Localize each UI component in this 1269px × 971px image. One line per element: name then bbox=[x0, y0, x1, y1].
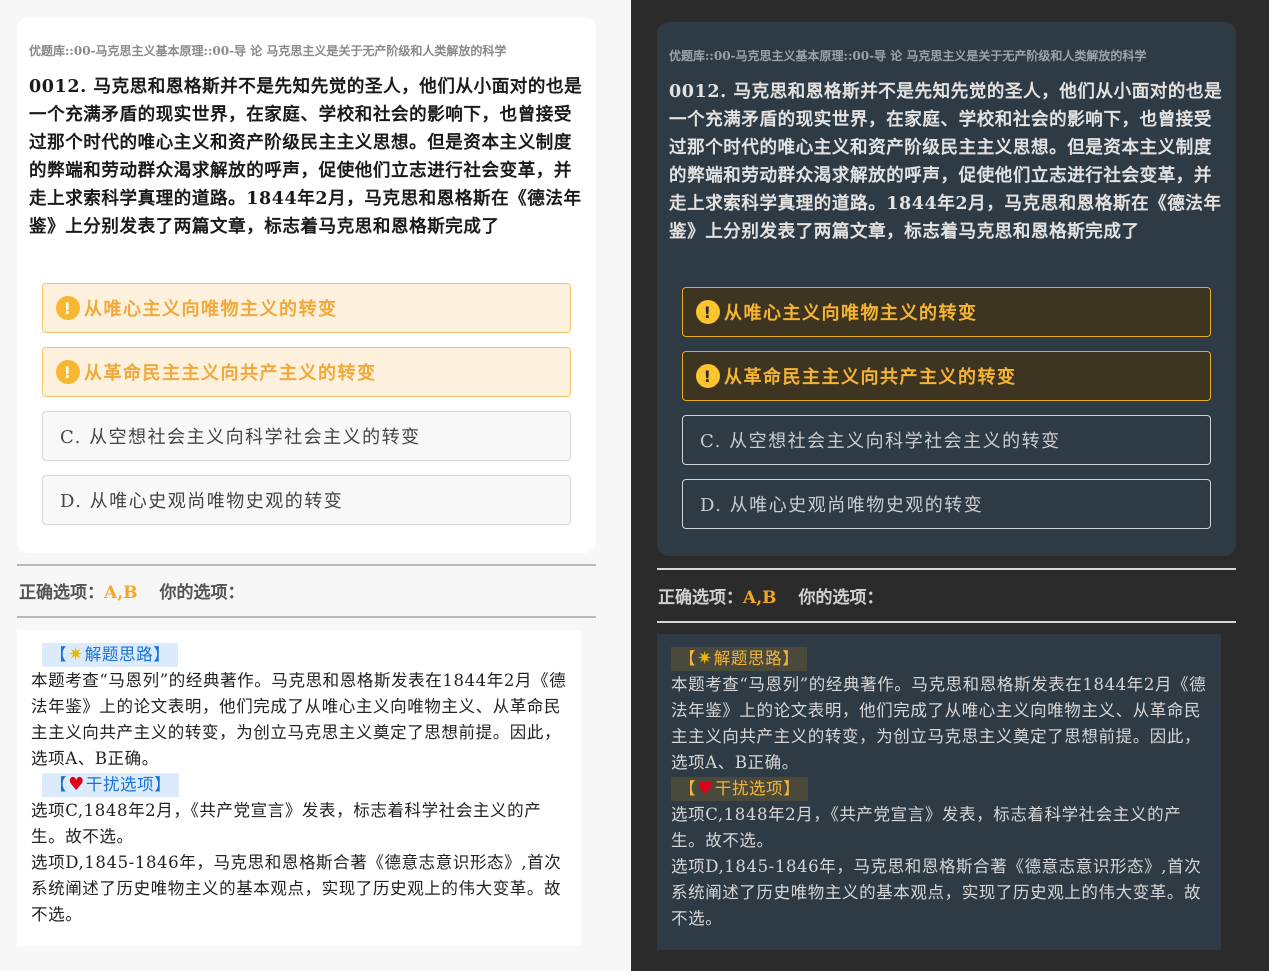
exclamation-circle-icon: ! bbox=[696, 300, 720, 324]
distractor-tag-label: 干扰选项】 bbox=[714, 779, 801, 798]
analysis-tag-label: 解题思路】 bbox=[713, 649, 800, 668]
explanation-panel: 【✷ 解题思路】 本题考查“马恩列”的经典著作。马克思和恩格斯发表在1844年2月… bbox=[657, 634, 1221, 950]
option-b-label: 从革命民主主义向共产主义的转变 bbox=[84, 363, 377, 384]
distractor-c-text: 选项C,1848年2月，《共产党宣言》发表，标志着科学社会主义的产生。故不选。 bbox=[31, 801, 542, 846]
option-a-label: 从唯心主义向唯物主义的转变 bbox=[84, 299, 338, 320]
your-answer-label: 你的选项： bbox=[159, 583, 245, 603]
option-a[interactable]: ! 从唯心主义向唯物主义的转变 bbox=[682, 287, 1211, 337]
answer-summary: 正确选项：A,B 你的选项： bbox=[19, 578, 244, 603]
correct-answer-value: A,B bbox=[104, 583, 138, 603]
option-a-label: 从唯心主义向唯物主义的转变 bbox=[724, 303, 978, 324]
option-c[interactable]: C. 从空想社会主义向科学社会主义的转变 bbox=[682, 415, 1211, 465]
analysis-text: 本题考查“马恩列”的经典著作。马克思和恩格斯发表在1844年2月《德法年鉴》上的… bbox=[31, 671, 567, 768]
exclamation-circle-icon: ! bbox=[56, 296, 80, 320]
deck-path: 优题库::00-马克思主义基本原理::00-导 论 马克思主义是关于无产阶级和人… bbox=[29, 44, 507, 58]
option-c[interactable]: C. 从空想社会主义向科学社会主义的转变 bbox=[42, 411, 571, 461]
heart-icon: ♥ bbox=[697, 778, 714, 799]
correct-answer-value: A,B bbox=[743, 588, 777, 608]
option-b[interactable]: ! 从革命民主主义向共产主义的转变 bbox=[42, 347, 571, 397]
analysis-tag: 【✷ 解题思路】 bbox=[671, 647, 808, 671]
deck-path: 优题库::00-马克思主义基本原理::00-导 论 马克思主义是关于无产阶级和人… bbox=[669, 49, 1147, 63]
option-d[interactable]: D. 从唯心史观尚唯物史观的转变 bbox=[682, 479, 1211, 529]
distractor-d-text: 选项D,1845-1846年，马克思和恩格斯合著《德意志意识形态》,首次系统阐述… bbox=[671, 857, 1202, 928]
option-c-label: C. 从空想社会主义向科学社会主义的转变 bbox=[60, 427, 421, 448]
option-c-label: C. 从空想社会主义向科学社会主义的转变 bbox=[700, 431, 1061, 452]
option-d-label: D. 从唯心史观尚唯物史观的转变 bbox=[700, 495, 984, 516]
option-b[interactable]: ! 从革命民主主义向共产主义的转变 bbox=[682, 351, 1211, 401]
correct-answer-label: 正确选项： bbox=[19, 583, 104, 603]
star-icon: ✷ bbox=[697, 648, 713, 669]
heart-icon: ♥ bbox=[68, 774, 85, 795]
correct-answer-label: 正确选项： bbox=[658, 588, 743, 608]
light-theme-card-preview: 优题库::00-马克思主义基本原理::00-导 论 马克思主义是关于无产阶级和人… bbox=[0, 0, 631, 971]
divider bbox=[17, 564, 596, 566]
option-d[interactable]: D. 从唯心史观尚唯物史观的转变 bbox=[42, 475, 571, 525]
divider bbox=[657, 568, 1236, 570]
star-icon: ✷ bbox=[68, 644, 84, 665]
distractor-tag: 【♥ 干扰选项】 bbox=[42, 773, 180, 797]
dark-theme-card-preview: 优题库::00-马克思主义基本原理::00-导 论 马克思主义是关于无产阶级和人… bbox=[631, 0, 1269, 971]
distractor-tag-label: 干扰选项】 bbox=[85, 775, 172, 794]
exclamation-circle-icon: ! bbox=[696, 364, 720, 388]
question-card: 优题库::00-马克思主义基本原理::00-导 论 马克思主义是关于无产阶级和人… bbox=[17, 17, 596, 553]
option-d-label: D. 从唯心史观尚唯物史观的转变 bbox=[60, 491, 344, 512]
your-answer-label: 你的选项： bbox=[798, 588, 884, 608]
analysis-text: 本题考查“马恩列”的经典著作。马克思和恩格斯发表在1844年2月《德法年鉴》上的… bbox=[671, 675, 1207, 772]
divider bbox=[657, 621, 1236, 623]
option-list: ! 从唯心主义向唯物主义的转变 ! 从革命民主主义向共产主义的转变 C. 从空想… bbox=[682, 287, 1211, 543]
distractor-tag: 【♥ 干扰选项】 bbox=[671, 777, 809, 801]
exclamation-circle-icon: ! bbox=[56, 360, 80, 384]
explanation-panel: 【✷ 解题思路】 本题考查“马恩列”的经典著作。马克思和恩格斯发表在1844年2月… bbox=[17, 630, 581, 946]
question-card: 优题库::00-马克思主义基本原理::00-导 论 马克思主义是关于无产阶级和人… bbox=[657, 22, 1236, 556]
analysis-tag: 【✷ 解题思路】 bbox=[42, 643, 179, 667]
option-list: ! 从唯心主义向唯物主义的转变 ! 从革命民主主义向共产主义的转变 C. 从空想… bbox=[42, 283, 571, 539]
analysis-tag-label: 解题思路】 bbox=[84, 645, 171, 664]
answer-summary: 正确选项：A,B 你的选项： bbox=[658, 583, 883, 608]
option-b-label: 从革命民主主义向共产主义的转变 bbox=[724, 367, 1017, 388]
distractor-d-text: 选项D,1845-1846年，马克思和恩格斯合著《德意志意识形态》,首次系统阐述… bbox=[31, 853, 562, 924]
question-text: 0012. 马克思和恩格斯并不是先知先觉的圣人，他们从小面对的也是一个充满矛盾的… bbox=[29, 77, 583, 237]
question-text: 0012. 马克思和恩格斯并不是先知先觉的圣人，他们从小面对的也是一个充满矛盾的… bbox=[669, 82, 1223, 242]
divider bbox=[17, 616, 596, 618]
option-a[interactable]: ! 从唯心主义向唯物主义的转变 bbox=[42, 283, 571, 333]
distractor-c-text: 选项C,1848年2月，《共产党宣言》发表，标志着科学社会主义的产生。故不选。 bbox=[671, 805, 1182, 850]
